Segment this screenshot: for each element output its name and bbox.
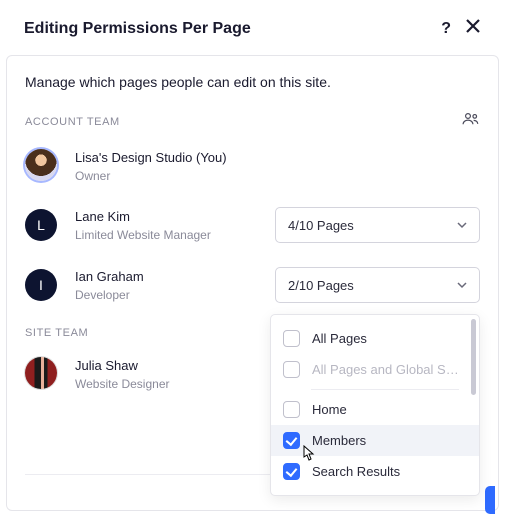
- member-role: Limited Website Manager: [75, 228, 275, 242]
- member-info: Ian Graham Developer: [75, 268, 275, 302]
- member-info: Lane Kim Limited Website Manager: [75, 208, 275, 242]
- description-text: Manage which pages people can edit on th…: [25, 74, 480, 90]
- member-row-ian: I Ian Graham Developer 2/10 Pages: [25, 267, 480, 303]
- close-icon[interactable]: [465, 18, 481, 39]
- account-team-header: ACCOUNT TEAM: [25, 112, 480, 131]
- modal-header: Editing Permissions Per Page ?: [0, 0, 505, 55]
- member-role: Developer: [75, 288, 275, 302]
- chevron-down-icon: [457, 278, 467, 293]
- option-label: All Pages and Global Se…: [312, 362, 462, 377]
- checkbox[interactable]: [283, 401, 300, 418]
- member-row-lane: L Lane Kim Limited Website Manager 4/10 …: [25, 207, 480, 243]
- primary-button-edge[interactable]: [485, 486, 495, 514]
- help-icon[interactable]: ?: [441, 20, 451, 38]
- pages-dropdown-ian[interactable]: 2/10 Pages: [275, 267, 480, 303]
- avatar: I: [25, 269, 57, 301]
- chevron-down-icon: [457, 218, 467, 233]
- panel: Manage which pages people can edit on th…: [6, 55, 499, 511]
- option-label: Home: [312, 402, 347, 417]
- pages-dropdown-lane[interactable]: 4/10 Pages: [275, 207, 480, 243]
- option-label: Members: [312, 433, 366, 448]
- avatar: [25, 357, 57, 389]
- avatar: L: [25, 209, 57, 241]
- divider: [311, 389, 459, 390]
- member-name: Lisa's Design Studio (You): [75, 150, 480, 165]
- pages-dropdown-panel: All Pages All Pages and Global Se… Home …: [270, 314, 480, 496]
- checkbox[interactable]: [283, 330, 300, 347]
- account-team-label: ACCOUNT TEAM: [25, 116, 120, 128]
- dropdown-option-all-pages[interactable]: All Pages: [271, 323, 479, 354]
- dropdown-option-members[interactable]: Members: [271, 425, 479, 456]
- header-actions: ?: [441, 18, 481, 39]
- option-label: All Pages: [312, 331, 367, 346]
- member-name: Ian Graham: [75, 269, 275, 284]
- modal-title: Editing Permissions Per Page: [24, 20, 251, 38]
- member-role: Owner: [75, 169, 480, 183]
- dropdown-option-search-results[interactable]: Search Results: [271, 456, 479, 487]
- dropdown-value: 2/10 Pages: [288, 278, 354, 293]
- dropdown-option-home[interactable]: Home: [271, 394, 479, 425]
- permissions-modal: Editing Permissions Per Page ? Manage wh…: [0, 0, 505, 511]
- divider: [25, 474, 272, 475]
- member-name: Lane Kim: [75, 209, 275, 224]
- dropdown-value: 4/10 Pages: [288, 218, 354, 233]
- checkbox-checked[interactable]: [283, 432, 300, 449]
- checkbox-checked[interactable]: [283, 463, 300, 480]
- checkbox[interactable]: [283, 361, 300, 378]
- member-info: Lisa's Design Studio (You) Owner: [75, 149, 480, 183]
- member-row-owner: Lisa's Design Studio (You) Owner: [25, 149, 480, 183]
- option-label: Search Results: [312, 464, 400, 479]
- people-icon[interactable]: [462, 112, 480, 131]
- dropdown-option-all-pages-global[interactable]: All Pages and Global Se…: [271, 354, 479, 385]
- avatar: [25, 149, 57, 181]
